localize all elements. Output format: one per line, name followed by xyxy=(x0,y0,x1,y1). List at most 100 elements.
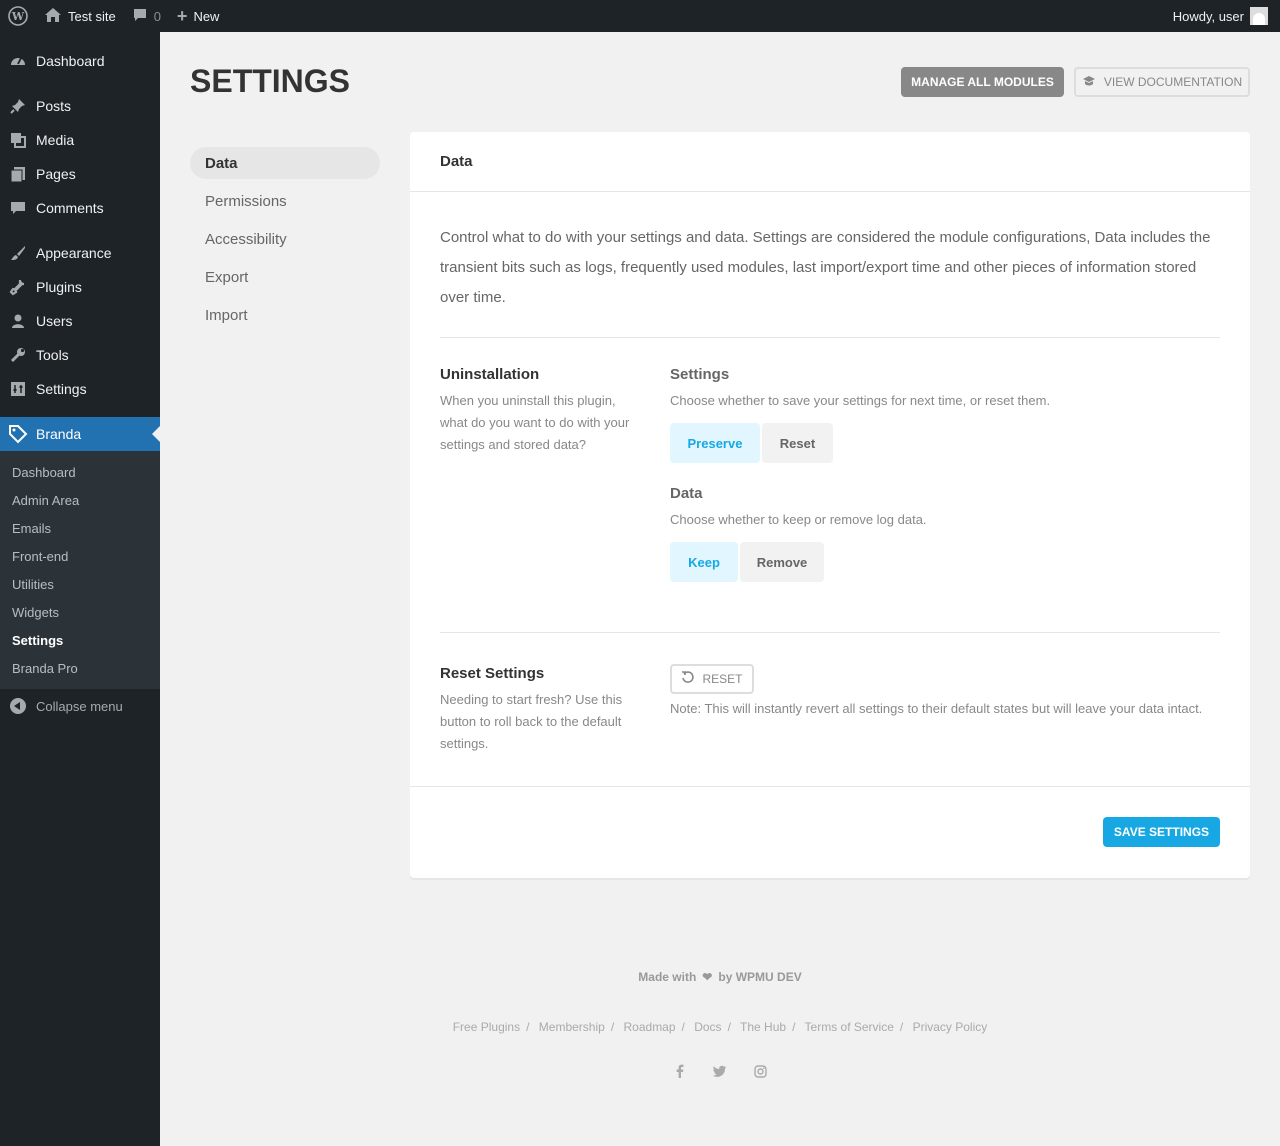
collapse-arrow-icon xyxy=(10,698,26,714)
footer-link-docs[interactable]: Docs xyxy=(694,1020,721,1034)
made-with-credit: Made with ❤ by WPMU DEV xyxy=(160,970,1280,984)
sidebar-item-dashboard[interactable]: Dashboard xyxy=(0,44,160,78)
manage-all-modules-button[interactable]: MANAGE ALL MODULES xyxy=(901,67,1064,97)
data-choice-group: Keep Remove xyxy=(670,542,826,582)
footer-link-terms[interactable]: Terms of Service xyxy=(805,1020,894,1034)
account-menu[interactable]: Howdy, user xyxy=(1165,0,1280,32)
comments-link[interactable]: 0 xyxy=(124,0,169,32)
sidebar-item-label: Users xyxy=(36,313,73,329)
main-content: SETTINGS MANAGE ALL MODULES VIEW DOCUMEN… xyxy=(160,32,1280,1146)
tab-permissions[interactable]: Permissions xyxy=(190,185,380,217)
sidebar-item-label: Posts xyxy=(36,98,72,114)
sidebar-item-settings[interactable]: Settings xyxy=(0,372,160,406)
footer-link-privacy[interactable]: Privacy Policy xyxy=(913,1020,988,1034)
settings-subtext: Choose whether to save your settings for… xyxy=(670,393,1051,408)
submenu-item-admin-area[interactable]: Admin Area xyxy=(0,486,160,514)
footer-link-free-plugins[interactable]: Free Plugins xyxy=(453,1020,520,1034)
keep-button[interactable]: Keep xyxy=(670,542,738,582)
sidebar-item-label: Pages xyxy=(36,166,76,182)
facebook-icon[interactable] xyxy=(672,1063,688,1079)
tab-export[interactable]: Export xyxy=(190,261,380,293)
footer-link-roadmap[interactable]: Roadmap xyxy=(624,1020,676,1034)
card-title: Data xyxy=(410,132,1250,192)
dashboard-icon xyxy=(8,51,28,71)
card-description: Control what to do with your settings an… xyxy=(440,229,1211,306)
data-settings-card: Data Control what to do with your settin… xyxy=(410,132,1250,878)
wrench-icon xyxy=(8,345,28,365)
tab-import[interactable]: Import xyxy=(190,299,380,331)
card-footer: SAVE SETTINGS xyxy=(410,786,1250,878)
submenu-item-front-end[interactable]: Front-end xyxy=(0,542,160,570)
settings-subtitle: Settings xyxy=(670,366,730,383)
avatar xyxy=(1250,7,1268,25)
comment-icon xyxy=(8,198,28,218)
settings-icon xyxy=(8,379,28,399)
uninstallation-title: Uninstallation xyxy=(440,366,540,383)
sidebar-item-pages[interactable]: Pages xyxy=(0,157,160,191)
media-icon xyxy=(8,130,28,150)
collapse-menu-label: Collapse menu xyxy=(36,698,123,714)
sidebar-item-comments[interactable]: Comments xyxy=(0,191,160,225)
sidebar-item-label: Plugins xyxy=(36,279,82,295)
view-documentation-button[interactable]: VIEW DOCUMENTATION xyxy=(1074,67,1250,97)
submenu-item-utilities[interactable]: Utilities xyxy=(0,570,160,598)
reset-button[interactable]: RESET xyxy=(670,664,754,694)
admin-bar: W Test site 0 + New Howdy, user xyxy=(0,0,1280,32)
sidebar-item-branda[interactable]: Branda xyxy=(0,417,160,451)
sidebar-item-plugins[interactable]: Plugins xyxy=(0,270,160,304)
sidebar-item-appearance[interactable]: Appearance xyxy=(0,236,160,270)
sidebar-item-label: Settings xyxy=(36,381,87,397)
reset-settings-text: Needing to start fresh? Use this button … xyxy=(440,692,623,751)
save-settings-button[interactable]: SAVE SETTINGS xyxy=(1103,817,1220,847)
undo-icon xyxy=(681,671,695,687)
footer-link-the-hub[interactable]: The Hub xyxy=(740,1020,786,1034)
social-links xyxy=(160,1063,1280,1079)
submenu-item-emails[interactable]: Emails xyxy=(0,514,160,542)
sidebar-item-users[interactable]: Users xyxy=(0,304,160,338)
site-name-link[interactable]: Test site xyxy=(36,0,124,32)
remove-button[interactable]: Remove xyxy=(740,542,824,582)
new-content-link[interactable]: + New xyxy=(169,0,228,32)
submenu-item-dashboard[interactable]: Dashboard xyxy=(0,458,160,486)
page-title: SETTINGS xyxy=(190,63,351,99)
sidebar-item-tools[interactable]: Tools xyxy=(0,338,160,372)
preserve-button[interactable]: Preserve xyxy=(670,423,760,463)
submenu-item-widgets[interactable]: Widgets xyxy=(0,598,160,626)
settings-choice-group: Preserve Reset xyxy=(670,423,835,463)
twitter-icon[interactable] xyxy=(712,1063,728,1079)
pages-icon xyxy=(8,164,28,184)
divider xyxy=(440,337,1220,338)
plus-icon: + xyxy=(176,5,188,26)
uninstallation-text: When you uninstall this plugin, what do … xyxy=(440,393,630,452)
reset-button-label: RESET xyxy=(702,672,743,686)
sidebar-item-label: Media xyxy=(36,132,75,148)
sidebar-item-posts[interactable]: Posts xyxy=(0,89,160,123)
footer-links: Free Plugins / Membership / Roadmap / Docs /… xyxy=(452,1020,988,1034)
instagram-icon[interactable] xyxy=(752,1063,768,1079)
footer-link-membership[interactable]: Membership xyxy=(539,1020,605,1034)
sidebar-item-media[interactable]: Media xyxy=(0,123,160,157)
tag-icon xyxy=(8,424,28,444)
divider xyxy=(440,632,1220,633)
graduation-cap-icon xyxy=(1082,75,1096,90)
reset-settings-choice-button[interactable]: Reset xyxy=(762,423,833,463)
sidebar-item-label: Appearance xyxy=(36,245,112,261)
submenu-item-branda-pro[interactable]: Branda Pro xyxy=(0,654,160,682)
admin-sidebar: Dashboard Posts Media Pages Comments App… xyxy=(0,32,160,1146)
tab-data[interactable]: Data xyxy=(190,147,380,179)
collapse-menu-button[interactable]: Collapse menu xyxy=(0,689,160,723)
user-icon xyxy=(8,311,28,331)
submenu-item-settings[interactable]: Settings xyxy=(0,626,160,654)
comments-count: 0 xyxy=(153,8,161,24)
made-with-label: Made with xyxy=(638,970,697,984)
tab-accessibility[interactable]: Accessibility xyxy=(190,223,380,255)
plug-icon xyxy=(8,277,28,297)
sidebar-item-label: Dashboard xyxy=(36,53,105,69)
pin-icon xyxy=(8,96,28,116)
wordpress-logo-icon[interactable]: W xyxy=(0,0,36,32)
data-subtitle: Data xyxy=(670,485,703,502)
reset-settings-title: Reset Settings xyxy=(440,665,545,682)
sidebar-item-label: Tools xyxy=(36,347,69,363)
site-name: Test site xyxy=(68,8,116,24)
howdy-text: Howdy, user xyxy=(1172,8,1244,24)
